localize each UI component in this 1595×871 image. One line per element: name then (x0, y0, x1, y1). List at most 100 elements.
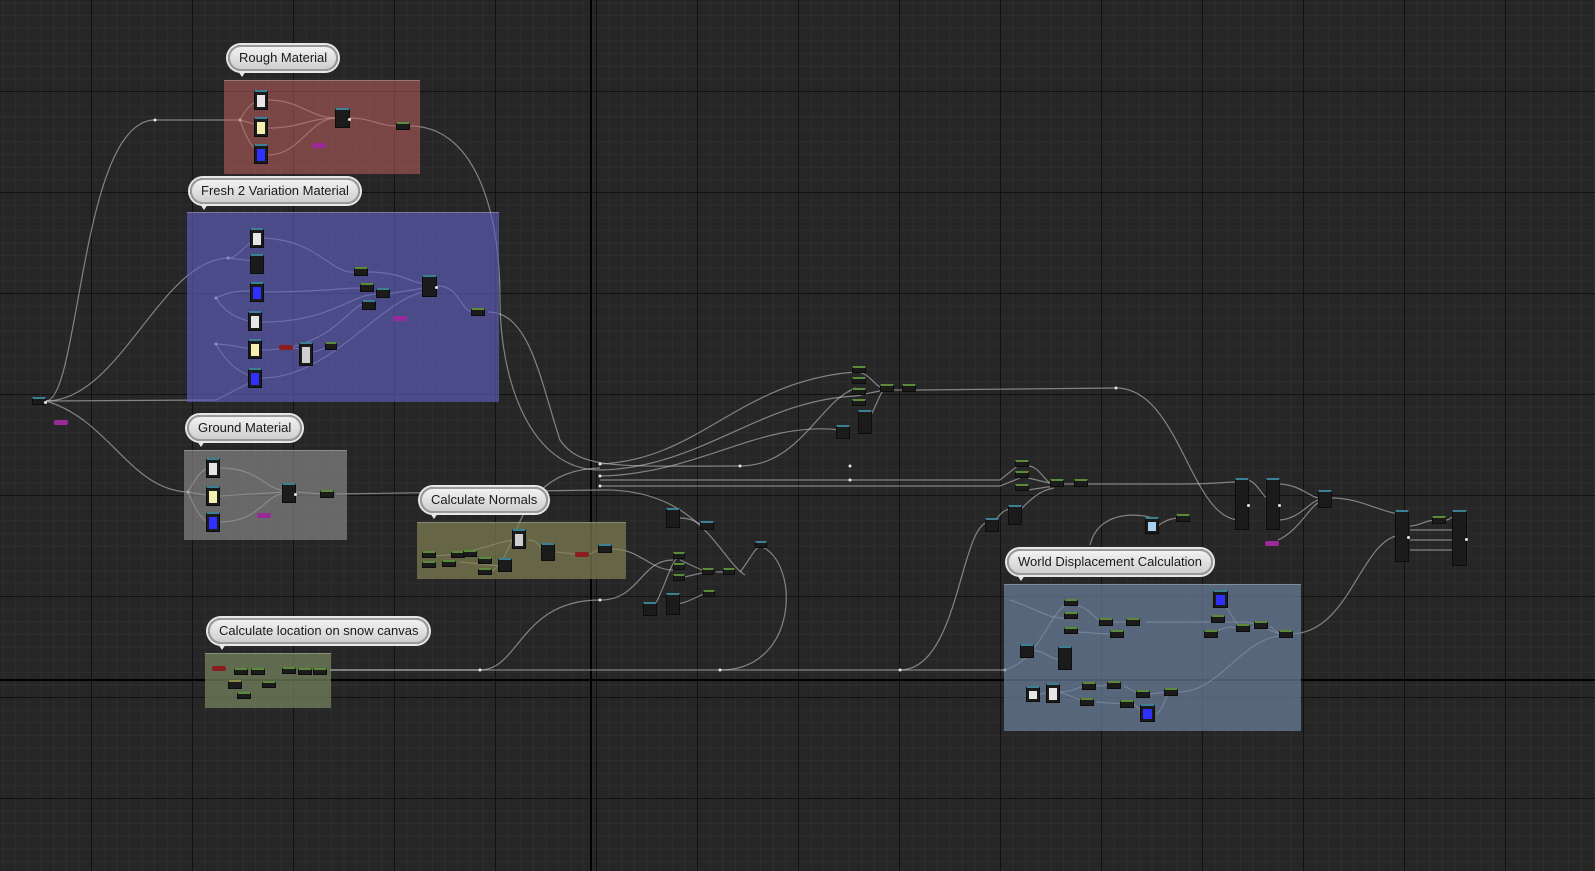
math-node[interactable] (422, 561, 436, 568)
material-output-node[interactable] (1452, 510, 1468, 566)
math-node[interactable] (1432, 516, 1446, 524)
math-node[interactable] (673, 574, 685, 581)
math-node[interactable] (836, 425, 850, 439)
parameter-node[interactable] (212, 666, 226, 671)
math-node[interactable] (262, 681, 276, 688)
math-node[interactable] (643, 602, 657, 616)
graph-node[interactable] (32, 397, 47, 405)
material-function-node[interactable] (1235, 478, 1250, 530)
math-node[interactable] (442, 560, 456, 567)
texture-sample-node[interactable] (248, 368, 262, 388)
math-node[interactable] (362, 300, 376, 310)
texture-sample-node[interactable] (512, 529, 526, 549)
math-node[interactable] (702, 568, 714, 575)
math-node[interactable] (354, 267, 368, 276)
material-graph-canvas[interactable]: Rough Material Fresh 2 Variation Materia… (0, 0, 1595, 871)
math-node[interactable] (1126, 618, 1140, 626)
math-node[interactable] (700, 521, 714, 530)
texture-sample-node[interactable] (206, 458, 220, 478)
math-node[interactable] (1099, 618, 1113, 626)
texture-sample-node[interactable] (250, 254, 264, 274)
parameter-node[interactable] (279, 345, 293, 350)
texture-sample-node[interactable] (254, 144, 268, 164)
math-node[interactable] (985, 518, 999, 532)
texture-sample-node[interactable] (1046, 683, 1060, 703)
math-node[interactable] (1050, 479, 1064, 487)
math-node[interactable] (852, 366, 866, 373)
comment-group-fresh-2-variation-material[interactable] (187, 212, 499, 402)
math-node[interactable] (1236, 624, 1250, 632)
texture-sample-node[interactable] (250, 282, 264, 302)
math-node[interactable] (320, 490, 334, 498)
parameter-node[interactable] (312, 143, 326, 148)
material-function-node[interactable] (1266, 478, 1281, 530)
math-node[interactable] (313, 668, 327, 675)
math-node[interactable] (1136, 690, 1150, 698)
material-function-node[interactable] (1395, 510, 1410, 562)
math-node[interactable] (1064, 599, 1078, 606)
math-node[interactable] (376, 288, 390, 298)
math-node[interactable] (852, 388, 866, 395)
texture-sample-node[interactable] (206, 512, 220, 532)
math-node[interactable] (251, 668, 265, 675)
math-node[interactable] (1082, 682, 1096, 690)
parameter-node[interactable] (393, 316, 407, 321)
math-node[interactable] (478, 557, 492, 564)
math-node[interactable] (471, 308, 485, 316)
math-node[interactable] (325, 342, 337, 350)
math-node[interactable] (1064, 627, 1078, 634)
texture-sample-node[interactable] (299, 342, 313, 366)
texture-sample-node[interactable] (254, 90, 268, 110)
comment-title-world-displacement[interactable]: World Displacement Calculation (1007, 549, 1214, 581)
math-node[interactable] (1008, 505, 1022, 525)
math-node[interactable] (1120, 700, 1134, 708)
math-node[interactable] (228, 680, 242, 689)
math-node[interactable] (1110, 630, 1124, 638)
math-node[interactable] (755, 541, 767, 548)
math-node[interactable] (298, 668, 312, 675)
parameter-node[interactable] (54, 420, 68, 425)
texture-sample-node[interactable] (248, 339, 262, 359)
math-node[interactable] (723, 568, 735, 575)
math-node[interactable] (360, 283, 374, 292)
math-node[interactable] (1064, 612, 1078, 619)
texture-sample-node[interactable] (254, 117, 268, 137)
math-node[interactable] (1074, 479, 1088, 487)
math-node[interactable] (1318, 490, 1332, 508)
math-node[interactable] (1164, 688, 1178, 696)
math-node[interactable] (237, 692, 251, 699)
texture-sample-node[interactable] (1026, 686, 1040, 702)
math-node[interactable] (396, 122, 410, 130)
texture-sample-node[interactable] (1213, 590, 1228, 608)
texture-sample-node[interactable] (1140, 704, 1155, 722)
math-node[interactable] (541, 543, 555, 561)
math-node[interactable] (1211, 615, 1225, 623)
comment-title-calculate-normals[interactable]: Calculate Normals (420, 487, 549, 519)
texture-sample-node[interactable] (1145, 517, 1159, 534)
math-node[interactable] (673, 563, 685, 570)
math-node[interactable] (422, 551, 436, 558)
math-node[interactable] (902, 384, 916, 392)
math-node[interactable] (703, 590, 715, 597)
math-node[interactable] (858, 410, 872, 434)
math-node[interactable] (1254, 621, 1268, 629)
comment-title-fresh-2-variation-material[interactable]: Fresh 2 Variation Material (190, 178, 360, 210)
math-node[interactable] (852, 399, 866, 406)
math-node[interactable] (1020, 644, 1034, 658)
math-node[interactable] (1015, 471, 1029, 478)
math-node[interactable] (666, 593, 680, 615)
parameter-node[interactable] (257, 513, 271, 518)
math-node[interactable] (478, 568, 492, 575)
math-node[interactable] (880, 384, 894, 392)
math-node[interactable] (852, 377, 866, 384)
math-node[interactable] (422, 275, 438, 297)
math-node[interactable] (282, 483, 297, 503)
math-node[interactable] (1058, 646, 1072, 670)
math-node[interactable] (1204, 630, 1218, 638)
texture-sample-node[interactable] (248, 311, 262, 331)
math-node[interactable] (598, 544, 612, 553)
math-node[interactable] (463, 550, 477, 557)
math-node[interactable] (673, 552, 685, 559)
texture-sample-node[interactable] (206, 486, 220, 506)
comment-title-rough-material[interactable]: Rough Material (228, 45, 339, 77)
